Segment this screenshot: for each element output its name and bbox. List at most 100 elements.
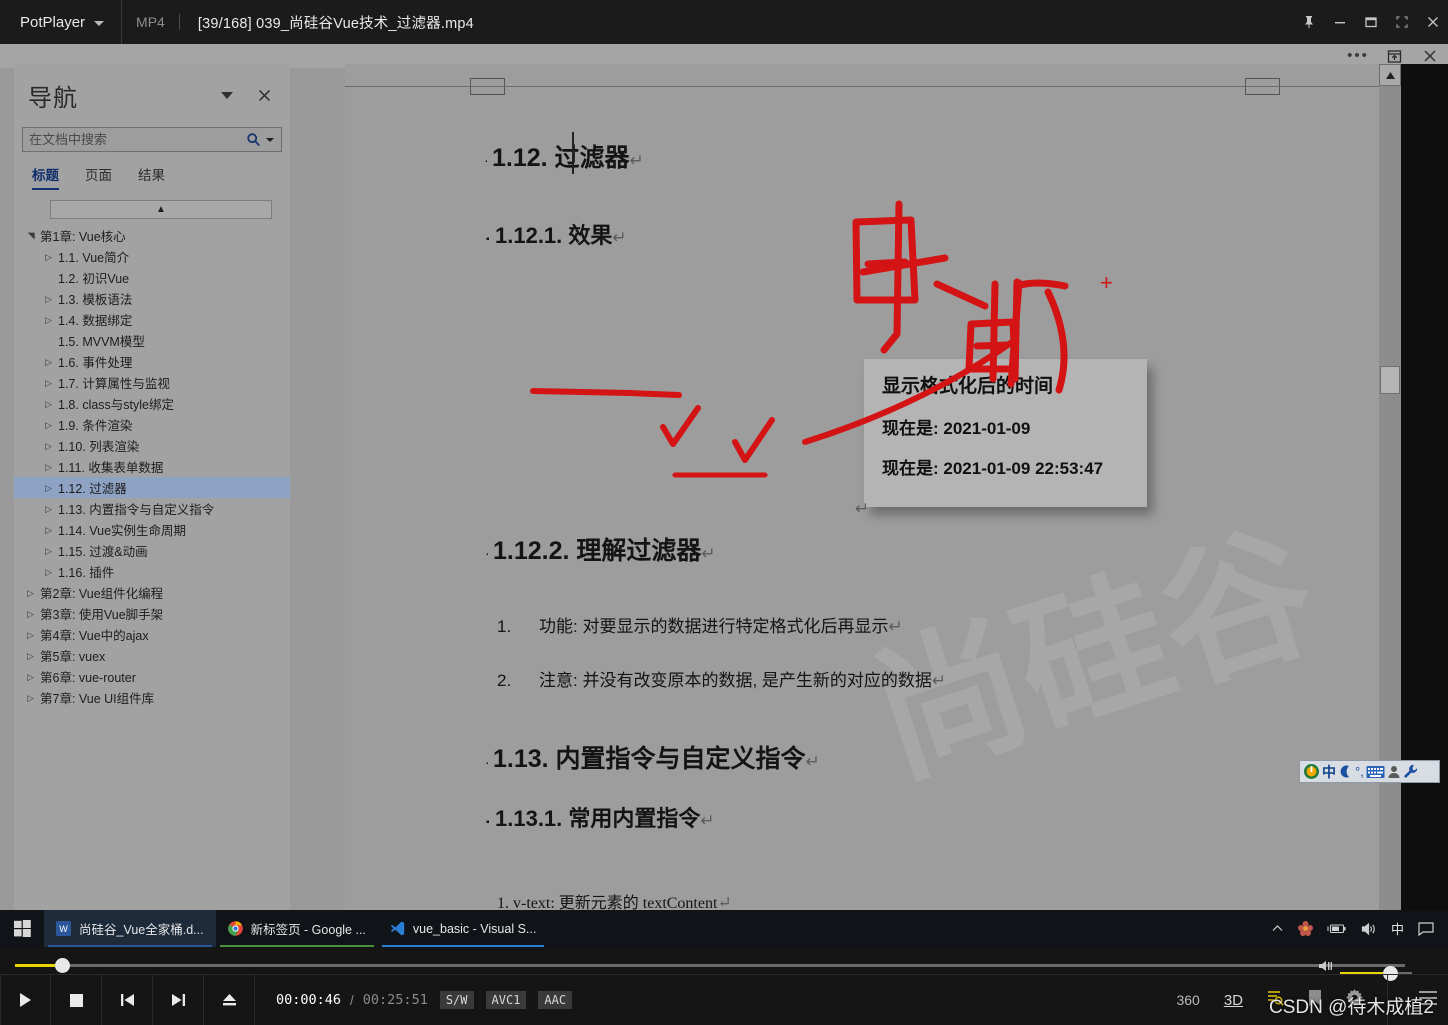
twisty-collapsed-icon[interactable]: ▷: [42, 504, 55, 514]
fullscreen-icon[interactable]: [1386, 0, 1417, 44]
search-icon[interactable]: [242, 132, 264, 147]
ime-toolbar[interactable]: 中 °,: [1299, 760, 1440, 783]
nav-tree-item[interactable]: ▷ 1.4. 数据绑定: [14, 309, 290, 330]
nav-tree-item[interactable]: ▷ 1.14. Vue实例生命周期: [14, 519, 290, 540]
twisty-collapsed-icon[interactable]: ▷: [42, 546, 55, 556]
nav-tree-item[interactable]: ▷ 1.10. 列表渲染: [14, 435, 290, 456]
twisty-collapsed-icon[interactable]: ▷: [42, 525, 55, 535]
nav-tree-item-label: 第7章: Vue UI组件库: [40, 692, 155, 706]
moon-icon[interactable]: [1338, 762, 1353, 781]
search-input[interactable]: [23, 132, 242, 147]
minimize-icon[interactable]: [1324, 0, 1355, 44]
scrollbar-thumb[interactable]: [1380, 366, 1400, 394]
document-body[interactable]: 尚硅谷 · 1.12. 过滤器↵ ▪ 1.12.1. 效果↵ 显示格式化后的时间…: [345, 94, 1355, 910]
twisty-collapsed-icon[interactable]: ▷: [24, 609, 37, 619]
twisty-collapsed-icon[interactable]: ▷: [42, 399, 55, 409]
nav-tree-item[interactable]: ▷ 1.8. class与style绑定: [14, 393, 290, 414]
stop-button[interactable]: [51, 974, 102, 1025]
tab-headings[interactable]: 标题: [32, 164, 59, 190]
nav-tree-item[interactable]: ▷ 1.9. 条件渲染: [14, 414, 290, 435]
user-icon[interactable]: [1387, 762, 1401, 781]
nav-tree-item[interactable]: ▷ 第6章: vue-router: [14, 666, 290, 687]
twisty-collapsed-icon[interactable]: ▷: [42, 315, 55, 325]
pin-icon[interactable]: [1293, 0, 1324, 44]
seek-track[interactable]: [15, 964, 1405, 967]
play-button[interactable]: [0, 974, 51, 1025]
sogou-logo-icon[interactable]: [1303, 762, 1320, 781]
nav-tree-item[interactable]: ▷ 第2章: Vue组件化编程: [14, 582, 290, 603]
nav-tree-item[interactable]: ▷ 1.15. 过渡&动画: [14, 540, 290, 561]
twisty-collapsed-icon[interactable]: ▷: [24, 672, 37, 682]
next-button[interactable]: [153, 974, 204, 1025]
nav-tree-item[interactable]: ▷ 1.1. Vue简介: [14, 246, 290, 267]
ime-tray-mode[interactable]: 中: [1391, 919, 1404, 938]
scroll-up-button[interactable]: [1379, 64, 1401, 86]
nav-tree-item[interactable]: ▷ 第7章: Vue UI组件库: [14, 687, 290, 708]
nav-tree-item[interactable]: ▷ 第3章: 使用Vue脚手架: [14, 603, 290, 624]
nav-tree-item[interactable]: ▷ 第5章: vuex: [14, 645, 290, 666]
twisty-collapsed-icon[interactable]: ▷: [42, 483, 55, 493]
twisty-collapsed-icon[interactable]: ▷: [42, 420, 55, 430]
twisty-collapsed-icon[interactable]: ▷: [24, 630, 37, 640]
battery-icon[interactable]: [1327, 922, 1347, 935]
chip-audio-codec[interactable]: AAC: [538, 991, 573, 1009]
tab-results[interactable]: 结果: [138, 164, 165, 190]
windows-start-button[interactable]: [0, 920, 44, 937]
potplayer-app-menu[interactable]: PotPlayer: [0, 0, 121, 44]
twisty-expanded-icon[interactable]: ◢: [26, 229, 36, 242]
nav-tree-item[interactable]: ▷ 第4章: Vue中的ajax: [14, 624, 290, 645]
twisty-collapsed-icon[interactable]: ▷: [42, 294, 55, 304]
flower-icon[interactable]: [1297, 921, 1313, 936]
taskbar-item[interactable]: W 尚硅谷_Vue全家桶.d...: [44, 910, 216, 947]
nav-tree-item[interactable]: 1.2. 初识Vue: [14, 267, 290, 288]
nav-tree-item[interactable]: 1.5. MVVM模型: [14, 330, 290, 351]
navigation-dropdown-icon[interactable]: [221, 92, 233, 99]
search-options-chevron-icon[interactable]: [266, 137, 274, 142]
eject-button[interactable]: [204, 974, 255, 1025]
nav-tree-item-label: 1.9. 条件渲染: [58, 419, 133, 433]
nav-tree-item[interactable]: ▷ 1.12. 过滤器: [14, 477, 290, 498]
chip-decoder[interactable]: S/W: [439, 991, 474, 1009]
nav-tree-item[interactable]: ▷ 1.13. 内置指令与自定义指令: [14, 498, 290, 519]
twisty-collapsed-icon[interactable]: ▷: [42, 567, 55, 577]
volume-icon[interactable]: [1361, 922, 1377, 936]
taskbar-item[interactable]: 新标签页 - Google ...: [216, 910, 378, 947]
wrench-icon[interactable]: [1403, 762, 1418, 781]
nav-tree-item[interactable]: ▷ 1.11. 收集表单数据: [14, 456, 290, 477]
navigation-search-box[interactable]: [22, 127, 282, 152]
twisty-collapsed-icon[interactable]: ▷: [24, 651, 37, 661]
chevron-down-icon[interactable]: [94, 21, 105, 26]
twisty-collapsed-icon[interactable]: ▷: [42, 441, 55, 451]
navigation-close-icon[interactable]: [257, 88, 276, 104]
3d-button[interactable]: 3D: [1224, 992, 1243, 1009]
nav-tree-item[interactable]: ▷ 1.6. 事件处理: [14, 351, 290, 372]
nav-tree-item[interactable]: ▷ 1.3. 模板语法: [14, 288, 290, 309]
ime-mode-label[interactable]: 中: [1322, 762, 1336, 781]
twisty-collapsed-icon[interactable]: ▷: [42, 462, 55, 472]
transport-controls: 00:00:46 / 00:25:51 S/W AVC1 AAC 360 3D: [0, 974, 1448, 1025]
notification-icon[interactable]: [1418, 921, 1434, 936]
right-indent-marker-top[interactable]: [1245, 78, 1280, 86]
nav-tree-item[interactable]: ▷ 1.7. 计算属性与监视: [14, 372, 290, 393]
twisty-collapsed-icon[interactable]: ▷: [24, 693, 37, 703]
previous-button[interactable]: [102, 974, 153, 1025]
keyboard-icon[interactable]: [1366, 762, 1385, 781]
navigation-scroll-up-strip[interactable]: ▲: [50, 200, 272, 219]
seek-handle[interactable]: [55, 958, 70, 973]
comma-icon[interactable]: °,: [1355, 762, 1364, 781]
taskbar-item[interactable]: vue_basic - Visual S...: [378, 910, 548, 947]
close-icon[interactable]: [1417, 0, 1448, 44]
tab-pages[interactable]: 页面: [85, 164, 112, 190]
twisty-collapsed-icon[interactable]: ▷: [42, 252, 55, 262]
document-scrollbar[interactable]: [1379, 64, 1401, 910]
twisty-collapsed-icon[interactable]: ▷: [24, 588, 37, 598]
twisty-collapsed-icon[interactable]: ▷: [42, 357, 55, 367]
maximize-icon[interactable]: [1355, 0, 1386, 44]
chevron-up-icon[interactable]: [1271, 922, 1284, 935]
nav-tree-item[interactable]: ▷ 1.16. 插件: [14, 561, 290, 582]
vr-360-button[interactable]: 360: [1176, 992, 1199, 1008]
nav-tree-item[interactable]: ◢ 第1章: Vue核心: [14, 225, 290, 246]
twisty-collapsed-icon[interactable]: ▷: [42, 378, 55, 388]
left-indent-marker-top[interactable]: [470, 78, 505, 86]
chip-video-codec[interactable]: AVC1: [485, 991, 527, 1009]
